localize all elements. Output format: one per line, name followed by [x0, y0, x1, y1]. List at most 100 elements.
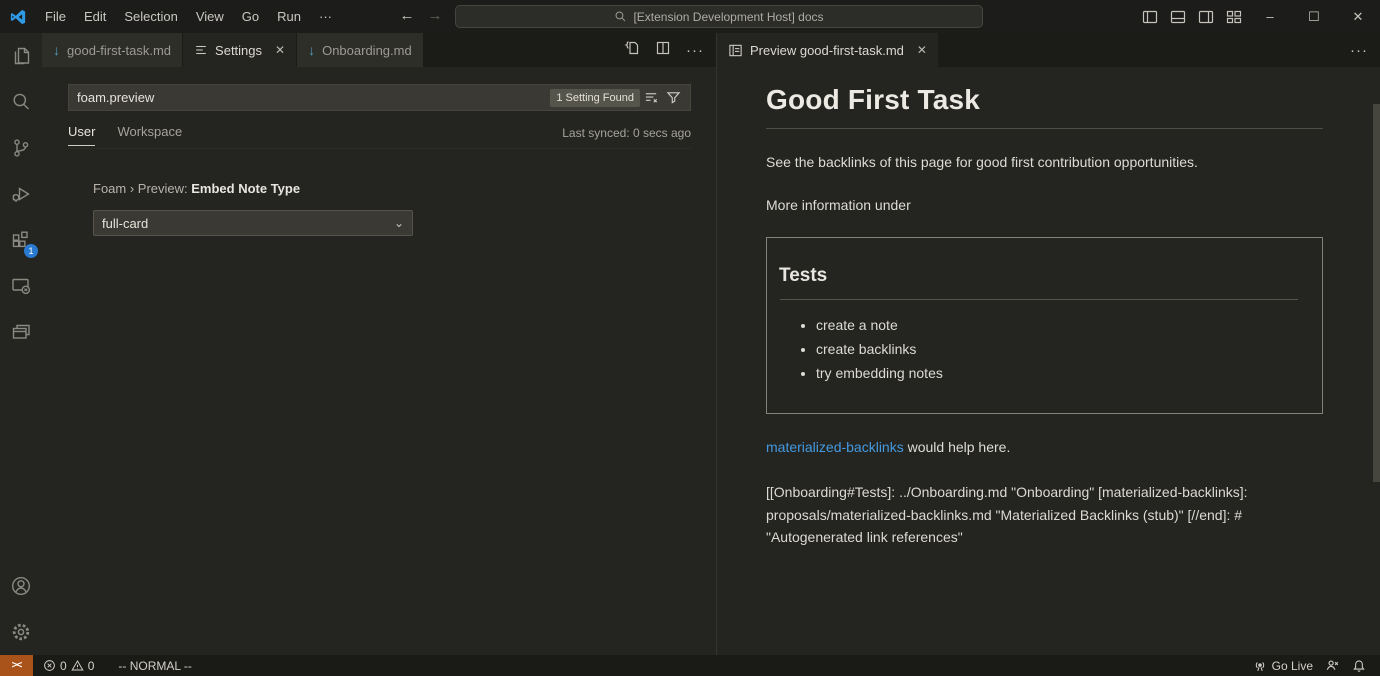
filter-icon[interactable] [662, 87, 684, 109]
scope-tab-user[interactable]: User [68, 124, 95, 146]
tab-good-first-task[interactable]: ↓ good-first-task.md [42, 33, 183, 67]
command-center[interactable]: [Extension Development Host] docs [455, 5, 983, 28]
materialized-backlinks-link[interactable]: materialized-backlinks [766, 439, 904, 455]
remote-explorer-icon [9, 274, 33, 298]
link-references-text: [[Onboarding#Tests]: ../Onboarding.md "O… [766, 481, 1323, 549]
preview-scrollbar-thumb[interactable] [1373, 104, 1380, 482]
preview-link-paragraph: materialized-backlinks would help here. [766, 437, 1323, 457]
bell-icon [1352, 659, 1366, 673]
activity-search[interactable] [0, 79, 42, 125]
tab-label: good-first-task.md [67, 43, 171, 58]
files-icon [9, 44, 33, 68]
command-center-label: [Extension Development Host] docs [633, 10, 823, 24]
nav-back-icon[interactable]: ← [394, 0, 420, 33]
setting-embed-note-type: Foam › Preview: Embed Note Type full-car… [93, 181, 716, 236]
menu-run[interactable]: Run [268, 0, 310, 33]
error-icon [43, 659, 56, 672]
search-icon [9, 90, 33, 114]
settings-search-box[interactable]: 1 Setting Found [68, 84, 691, 111]
settings-tab-icon [194, 43, 208, 57]
broadcast-icon [1253, 659, 1267, 673]
settings-scope-tabs: User Workspace Last synced: 0 secs ago [68, 121, 691, 149]
menu-file[interactable]: File [36, 0, 75, 33]
customize-layout-icon[interactable] [1220, 0, 1248, 33]
sync-status: Last synced: 0 secs ago [562, 126, 691, 144]
activity-explorer[interactable] [0, 33, 42, 79]
link-suffix: would help here. [904, 439, 1011, 455]
preview-icon [728, 43, 743, 58]
open-settings-json-icon[interactable] [624, 40, 640, 61]
go-live-label: Go Live [1272, 659, 1313, 673]
activity-extensions[interactable]: 1 [0, 217, 42, 263]
problems-status[interactable]: 0 0 [38, 655, 99, 676]
more-actions-icon[interactable]: ··· [686, 42, 704, 59]
toggle-panel-icon[interactable] [1164, 0, 1192, 33]
menu-edit[interactable]: Edit [75, 0, 115, 33]
go-live-button[interactable]: Go Live [1247, 655, 1319, 676]
vscode-window: File Edit Selection View Go Run ··· ← → … [0, 0, 1380, 676]
run-and-debug-icon [9, 182, 33, 206]
activity-bar: 1 [0, 33, 42, 655]
markdown-file-icon: ↓ [53, 43, 60, 57]
tab-label: Preview good-first-task.md [750, 43, 904, 58]
activity-run-debug[interactable] [0, 171, 42, 217]
status-bar: >< 0 0 -- NORMAL -- Go Live [0, 655, 1380, 676]
embed-list: create a note create backlinks try embed… [779, 317, 1308, 381]
setting-name: Embed Note Type [191, 181, 300, 196]
title-bar: File Edit Selection View Go Run ··· ← → … [0, 0, 1380, 33]
notifications-button[interactable] [1346, 655, 1372, 676]
remote-indicator[interactable]: >< [0, 655, 33, 676]
preview-paragraph-1: See the backlinks of this page for good … [766, 152, 1323, 172]
close-tab-icon[interactable]: ✕ [275, 43, 285, 57]
list-item: create backlinks [816, 341, 1308, 357]
embed-title: Tests [779, 265, 1308, 287]
live-share-button[interactable] [1319, 655, 1346, 676]
setting-category: Foam › Preview: [93, 181, 191, 196]
tab-label: Onboarding.md [322, 43, 412, 58]
menu-more[interactable]: ··· [310, 0, 341, 33]
browser-windows-icon [9, 320, 33, 344]
activity-live-preview[interactable] [0, 309, 42, 355]
chevron-down-icon: ⌄ [394, 216, 404, 230]
activity-remote-explorer[interactable] [0, 263, 42, 309]
menu-selection[interactable]: Selection [115, 0, 186, 33]
gear-icon [9, 620, 33, 644]
toggle-secondary-sidebar-icon[interactable] [1192, 0, 1220, 33]
toggle-sidebar-icon[interactable] [1136, 0, 1164, 33]
divider [780, 299, 1298, 300]
nav-forward-icon[interactable]: → [422, 0, 448, 33]
list-item: try embedding notes [816, 365, 1308, 381]
warning-icon [71, 659, 84, 672]
source-control-icon [9, 136, 33, 160]
embedded-note-card: Tests create a note create backlinks try… [766, 237, 1323, 414]
minimize-button[interactable]: – [1248, 0, 1292, 33]
activity-source-control[interactable] [0, 125, 42, 171]
menu-go[interactable]: Go [233, 0, 268, 33]
settings-search-input[interactable] [77, 90, 550, 105]
markdown-preview: Good First Task See the backlinks of thi… [717, 67, 1380, 655]
menu-view[interactable]: View [187, 0, 233, 33]
split-editor-icon[interactable] [655, 40, 671, 61]
vscode-logo-icon [9, 8, 27, 26]
vim-mode-indicator[interactable]: -- NORMAL -- [113, 655, 197, 676]
close-button[interactable]: ✕ [1336, 0, 1380, 33]
left-tab-bar: ↓ good-first-task.md Settings ✕ ↓ Onboar… [42, 33, 716, 67]
tab-onboarding[interactable]: ↓ Onboarding.md [297, 33, 424, 67]
close-tab-icon[interactable]: ✕ [917, 43, 927, 57]
maximize-button[interactable]: ☐ [1292, 0, 1336, 33]
accounts-button[interactable] [0, 563, 42, 609]
manage-button[interactable] [0, 609, 42, 655]
preview-title: Good First Task [766, 84, 1323, 116]
preview-paragraph-2: More information under [766, 195, 1323, 215]
tab-preview[interactable]: Preview good-first-task.md ✕ [717, 33, 939, 67]
search-icon [614, 10, 627, 23]
tab-settings[interactable]: Settings ✕ [183, 33, 297, 67]
scope-tab-workspace[interactable]: Workspace [117, 124, 182, 145]
dropdown-value: full-card [102, 216, 148, 231]
clear-filters-icon[interactable] [640, 87, 662, 109]
settings-found-badge: 1 Setting Found [550, 89, 640, 107]
more-actions-icon[interactable]: ··· [1350, 42, 1368, 59]
settings-editor: 1 Setting Found User Workspace Last sync… [42, 67, 716, 655]
right-tab-bar: Preview good-first-task.md ✕ ··· [717, 33, 1380, 67]
embed-note-type-select[interactable]: full-card ⌄ [93, 210, 413, 236]
